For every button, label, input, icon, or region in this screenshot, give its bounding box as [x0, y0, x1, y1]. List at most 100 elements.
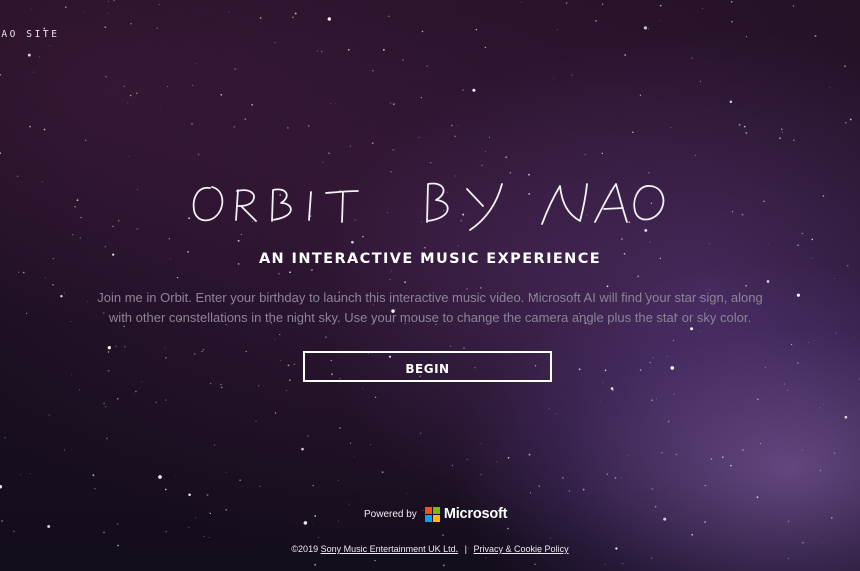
star: [159, 108, 161, 110]
star: [84, 11, 85, 13]
star: [208, 536, 210, 538]
star: [624, 54, 626, 56]
star: [192, 84, 194, 86]
star: [673, 393, 675, 395]
star: [287, 127, 289, 129]
nao-site-link[interactable]: NAO SITE: [0, 29, 60, 40]
begin-button[interactable]: BEGIN: [303, 351, 552, 382]
star: [381, 471, 384, 474]
star: [666, 356, 668, 357]
star: [334, 102, 336, 104]
star: [701, 7, 703, 9]
star: [1, 520, 3, 522]
star: [208, 512, 210, 514]
sony-music-link[interactable]: Sony Music Entertainment UK Ltd.: [321, 544, 459, 554]
privacy-cookie-policy-link[interactable]: Privacy & Cookie Policy: [474, 544, 569, 554]
star: [103, 402, 106, 405]
star: [788, 558, 790, 559]
star: [534, 563, 536, 566]
star: [206, 494, 209, 496]
star: [639, 94, 642, 96]
star: [210, 383, 212, 385]
star: [80, 216, 82, 219]
star: [767, 244, 769, 246]
star: [621, 477, 623, 479]
microsoft-brand-text: Microsoft: [443, 506, 508, 522]
star: [528, 453, 531, 456]
star: [389, 279, 391, 281]
star: [213, 444, 216, 446]
star: [484, 46, 487, 49]
star: [729, 100, 733, 104]
star: [259, 485, 261, 487]
star: [25, 312, 28, 314]
star: [472, 88, 476, 92]
star: [632, 131, 634, 134]
star: [819, 469, 822, 472]
star: [43, 128, 46, 131]
star: [457, 125, 459, 126]
star: [704, 484, 706, 487]
star: [29, 473, 31, 474]
star: [124, 346, 126, 348]
star: [485, 150, 487, 153]
star: [372, 70, 374, 72]
star: [164, 348, 166, 349]
star: [601, 382, 603, 384]
star: [781, 132, 783, 133]
star: [814, 35, 817, 38]
star: [293, 363, 296, 366]
star: [797, 362, 799, 364]
star: [661, 452, 663, 454]
star: [426, 65, 428, 67]
star: [245, 52, 246, 54]
star: [327, 17, 331, 21]
star: [584, 153, 587, 156]
star: [746, 36, 747, 38]
star: [116, 523, 119, 525]
star: [710, 458, 713, 460]
star: [251, 103, 254, 106]
star: [18, 271, 20, 273]
star: [116, 397, 119, 400]
star: [22, 271, 25, 274]
powered-by-microsoft[interactable]: Powered by Microsoft: [364, 504, 507, 524]
star: [141, 381, 143, 383]
star: [811, 238, 814, 241]
star: [130, 23, 132, 25]
star: [745, 131, 748, 134]
star: [38, 56, 40, 58]
star: [74, 206, 76, 208]
star: [647, 28, 649, 30]
star: [374, 396, 377, 399]
star: [656, 398, 657, 400]
star: [289, 271, 292, 274]
star: [301, 447, 304, 451]
star: [287, 364, 290, 367]
star: [176, 276, 179, 279]
star: [239, 479, 241, 481]
star: [670, 126, 672, 129]
hero-description: Join me in Orbit. Enter your birthday to…: [97, 290, 763, 325]
star: [406, 492, 408, 494]
star: [829, 87, 831, 89]
star: [371, 142, 374, 144]
star: [833, 452, 836, 454]
star: [220, 383, 222, 386]
star: [165, 357, 167, 359]
star: [651, 488, 654, 490]
star: [442, 534, 444, 537]
star: [105, 76, 107, 78]
star: [449, 345, 452, 347]
star: [118, 220, 120, 222]
orbit-by-nao-handwritten-title: [192, 182, 665, 231]
star: [727, 60, 729, 62]
star: [600, 401, 601, 403]
star: [20, 474, 22, 476]
star: [77, 198, 79, 200]
star: [318, 537, 319, 538]
star: [699, 80, 702, 83]
star: [649, 241, 651, 243]
star: [691, 533, 694, 536]
star: [604, 564, 606, 566]
